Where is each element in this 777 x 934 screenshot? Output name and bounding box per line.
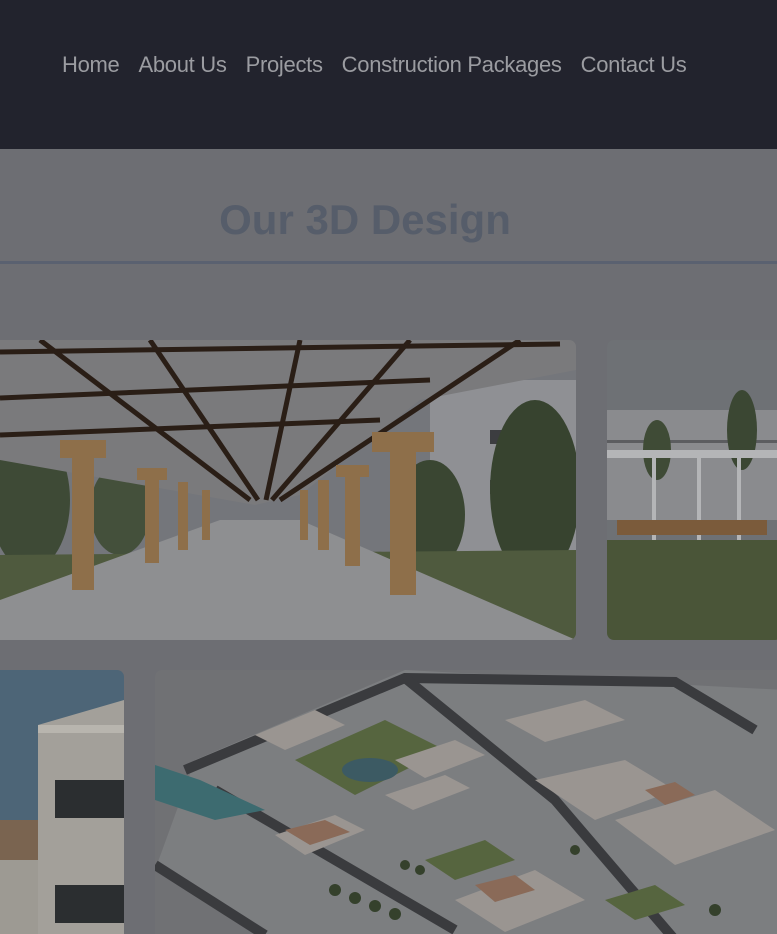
section-title: Our 3D Design	[219, 196, 511, 243]
nav-construction-packages-link[interactable]: Construction Packages	[342, 52, 562, 78]
nav-menu: Home About Us Projects Construction Pack…	[62, 52, 687, 78]
gallery-image-pergola-walkway[interactable]	[0, 340, 576, 640]
nav-about-link[interactable]: About Us	[139, 52, 227, 78]
campus-masterplan-image	[155, 670, 777, 934]
courtyard-pavilion-image	[607, 340, 777, 640]
gallery-image-courtyard-pavilion[interactable]	[607, 340, 777, 640]
gallery-image-building-facade[interactable]	[0, 670, 124, 934]
title-divider	[0, 261, 777, 264]
building-facade-image	[0, 670, 124, 934]
gallery-image-campus-masterplan[interactable]	[155, 670, 777, 934]
top-navigation: Home About Us Projects Construction Pack…	[0, 0, 777, 149]
nav-projects-link[interactable]: Projects	[246, 52, 323, 78]
pergola-walkway-image	[0, 340, 576, 640]
nav-home-link[interactable]: Home	[62, 52, 120, 78]
nav-contact-link[interactable]: Contact Us	[581, 52, 687, 78]
